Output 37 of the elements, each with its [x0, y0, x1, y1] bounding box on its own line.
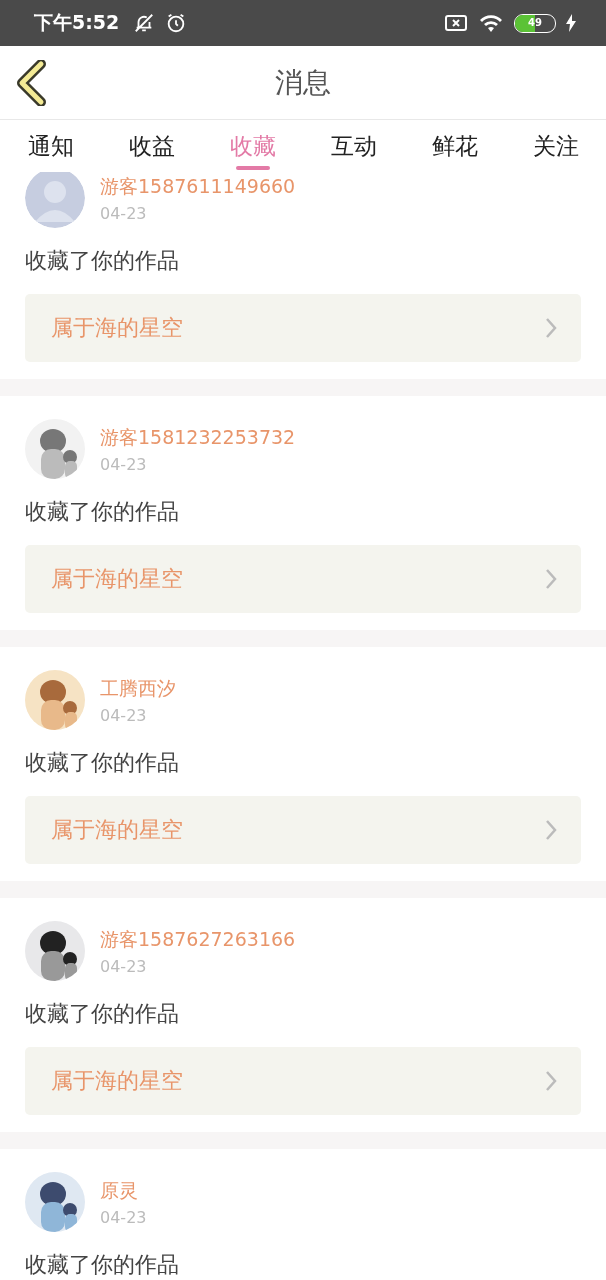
work-link[interactable]: 属于海的星空 — [25, 796, 581, 864]
user-name[interactable]: 游客1581232253732 — [100, 424, 296, 451]
message-text: 收藏了你的作品 — [25, 247, 180, 275]
message-text: 收藏了你的作品 — [25, 1251, 180, 1279]
user-name[interactable]: 游客1587627263166 — [100, 926, 296, 953]
tab[interactable]: 关注 — [505, 120, 606, 172]
sim-error-icon — [444, 13, 468, 33]
chevron-right-icon — [545, 1070, 557, 1092]
work-link[interactable]: 属于海的星空 — [25, 294, 581, 362]
message-text: 收藏了你的作品 — [25, 1000, 180, 1028]
message-date: 04-23 — [100, 203, 148, 223]
tab[interactable]: 鲜花 — [404, 120, 505, 172]
status-time: 下午5:52 — [34, 10, 120, 35]
battery-reading: 49 — [527, 17, 543, 29]
chevron-right-icon — [545, 317, 557, 339]
tab[interactable]: 通知 — [0, 120, 101, 172]
user-name[interactable]: 游客1587611149660 — [100, 173, 296, 200]
chevron-right-icon — [545, 568, 557, 590]
message-date: 04-23 — [100, 705, 148, 725]
message-date: 04-23 — [100, 454, 148, 474]
default-avatar-icon — [25, 172, 85, 228]
user-name[interactable]: 原灵 — [100, 1177, 147, 1204]
message-date: 04-23 — [100, 956, 148, 976]
bell-off-icon — [133, 12, 156, 34]
message-text: 收藏了你的作品 — [25, 498, 180, 526]
message-text: 收藏了你的作品 — [25, 749, 180, 777]
message-date: 04-23 — [100, 1207, 147, 1227]
tab[interactable]: 互动 — [303, 120, 404, 172]
charging-icon — [566, 14, 576, 32]
chevron-right-icon — [545, 819, 557, 841]
user-name[interactable]: 工腾西汐 — [100, 675, 176, 702]
tab[interactable]: 收藏 — [202, 120, 303, 172]
work-link[interactable]: 属于海的星空 — [25, 545, 581, 613]
tab[interactable]: 收益 — [101, 120, 202, 172]
work-link[interactable]: 属于海的星空 — [25, 1047, 581, 1115]
wifi-icon — [478, 13, 504, 33]
page-title: 消息 — [275, 64, 331, 101]
